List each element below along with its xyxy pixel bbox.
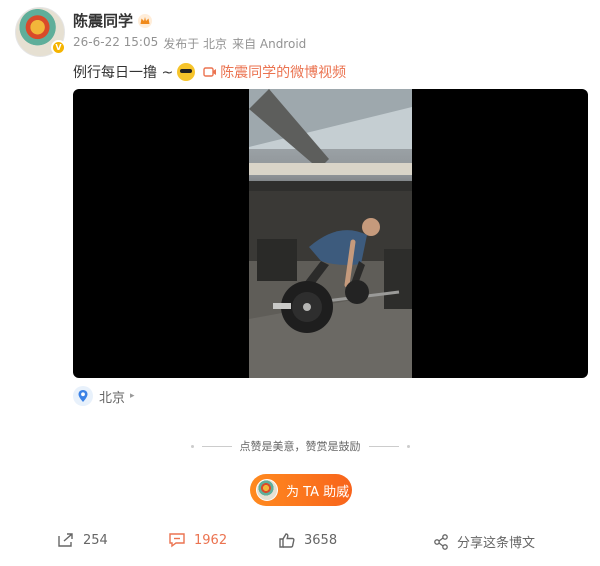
appreciate-divider: 点赞是美意，赞赏是鼓励 <box>0 438 600 454</box>
comment-button[interactable]: 1962 <box>168 532 227 548</box>
support-avatar <box>256 479 278 501</box>
divider-line-left <box>201 445 232 447</box>
video-link-label: 陈震同学的微博视频 <box>220 65 347 81</box>
author-header: 陈震同学 <box>73 10 153 31</box>
post-time[interactable]: 26-6-22 15:05 <box>73 35 158 52</box>
divider-dot-left <box>190 444 194 448</box>
chevron-right-icon: ▸ <box>130 391 135 401</box>
crown-icon <box>138 13 153 28</box>
comment-count: 1962 <box>194 532 228 548</box>
support-button[interactable]: 为 TA 助威 <box>250 474 352 506</box>
thumbs-up-icon <box>279 533 295 548</box>
video-player[interactable] <box>73 89 588 378</box>
post-source: 来自 Android <box>232 37 307 51</box>
like-button[interactable]: 3658 <box>278 532 337 548</box>
share-button[interactable]: 分享这条博文 <box>433 532 535 551</box>
sunglasses-emoji-icon <box>177 63 196 81</box>
forward-icon <box>58 533 73 547</box>
action-bar: 254 1962 3658 分享这条博文 <box>0 532 600 558</box>
video-camera-icon <box>203 67 217 77</box>
forward-button[interactable]: 254 <box>57 532 108 548</box>
divider-dot-right <box>406 444 410 448</box>
forward-count: 254 <box>83 532 108 548</box>
post-meta: 26-6-22 15:05 发布于 北京 来自 Android <box>73 35 306 52</box>
post-text: 例行每日一撸 ~ <box>73 65 174 81</box>
verified-badge-icon: V <box>51 40 66 55</box>
post-content: 例行每日一撸 ~ 陈震同学的微博视频 <box>73 62 346 82</box>
share-label: 分享这条博文 <box>457 536 536 551</box>
divider-line-right <box>368 445 399 447</box>
like-count: 3658 <box>304 532 338 548</box>
post-location[interactable]: 北京 ▸ <box>73 386 135 406</box>
location-label: 北京 <box>99 390 126 406</box>
appreciate-text: 点赞是美意，赞赏是鼓励 <box>239 440 361 453</box>
author-avatar[interactable]: V <box>15 7 66 57</box>
comment-icon <box>169 533 185 548</box>
post-location-meta: 发布于 北京 <box>163 37 228 51</box>
video-link[interactable]: 陈震同学的微博视频 <box>203 62 346 82</box>
video-thumbnail <box>249 89 412 378</box>
video-frame <box>249 89 412 378</box>
support-label: 为 TA 助威 <box>286 484 350 500</box>
share-icon <box>434 533 448 550</box>
author-name[interactable]: 陈震同学 <box>73 10 133 31</box>
location-pin-icon <box>73 386 93 406</box>
